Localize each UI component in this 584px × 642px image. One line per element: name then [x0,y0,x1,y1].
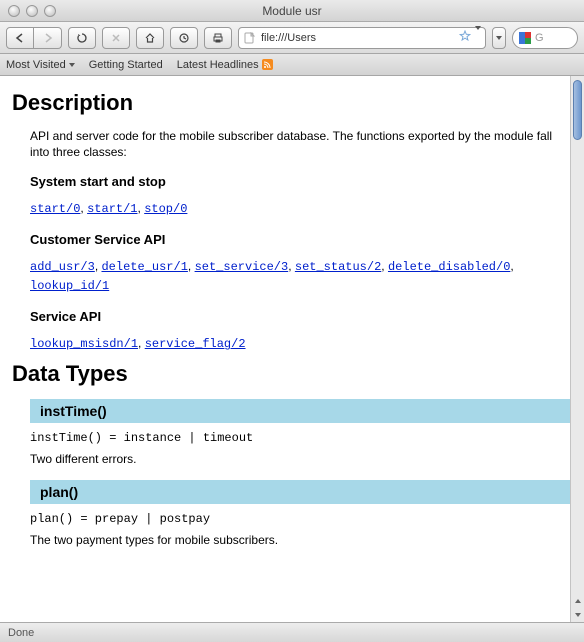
url-extra-button[interactable] [492,27,506,49]
forward-button[interactable] [34,27,62,49]
bookmarks-most-visited[interactable]: Most Visited [6,59,75,71]
link-fn[interactable]: start/1 [87,202,137,216]
type-description: The two payment types for mobile subscri… [30,532,570,548]
scrollbar-thumb[interactable] [573,80,582,140]
bookmark-star-icon[interactable] [459,30,471,45]
bookmarks-label: Most Visited [6,59,66,71]
subheading-service: Service API [30,309,570,324]
type-heading: plan() [30,480,570,504]
scroll-up-button[interactable] [571,594,584,608]
dropdown-icon[interactable] [475,30,481,45]
subheading-customer: Customer Service API [30,232,570,247]
search-box[interactable]: G [512,27,578,49]
url-bar[interactable]: file:///Users [238,27,486,49]
link-fn[interactable]: set_status/2 [295,260,381,274]
subheading-system: System start and stop [30,174,570,189]
bookmarks-label: Latest Headlines [177,59,259,71]
page-icon [243,31,257,45]
link-fn[interactable]: stop/0 [144,202,187,216]
print-button[interactable] [204,27,232,49]
link-fn[interactable]: delete_usr/1 [101,260,187,274]
minimize-window-button[interactable] [26,5,38,17]
stop-button[interactable] [102,27,130,49]
heading-description: Description [12,90,572,116]
links-service: lookup_msisdn/1, service_flag/2 [30,334,570,353]
page-content: Description API and server code for the … [0,76,584,572]
url-text: file:///Users [261,32,455,44]
reload-button[interactable] [68,27,96,49]
links-system: start/0, start/1, stop/0 [30,199,570,218]
bookmarks-getting-started[interactable]: Getting Started [89,59,163,71]
link-fn[interactable]: set_service/3 [195,260,289,274]
heading-datatypes: Data Types [12,361,572,387]
link-fn[interactable]: start/0 [30,202,80,216]
close-window-button[interactable] [8,5,20,17]
link-fn[interactable]: service_flag/2 [145,337,246,351]
window-title: Module usr [0,4,584,18]
rss-icon [262,59,273,70]
scroll-down-button[interactable] [571,608,584,622]
page-viewport: Description API and server code for the … [0,76,584,622]
status-bar: Done [0,622,584,642]
type-definition: instTime() = instance | timeout [30,431,570,445]
link-fn[interactable]: delete_disabled/0 [388,260,510,274]
zoom-window-button[interactable] [44,5,56,17]
search-placeholder: G [535,32,544,44]
description-text: API and server code for the mobile subsc… [30,128,570,160]
type-description: Two different errors. [30,451,570,467]
link-fn[interactable]: add_usr/3 [30,260,95,274]
bookmarks-bar: Most Visited Getting Started Latest Head… [0,54,584,76]
links-customer: add_usr/3, delete_usr/1, set_service/3, … [30,257,570,295]
window-titlebar: Module usr [0,0,584,22]
chevron-down-icon [69,63,75,67]
link-fn[interactable]: lookup_id/1 [30,279,109,293]
back-button[interactable] [6,27,34,49]
window-controls [8,5,56,17]
home-button[interactable] [136,27,164,49]
google-icon [519,32,531,44]
bookmarks-label: Getting Started [89,59,163,71]
bookmarks-latest-headlines[interactable]: Latest Headlines [177,59,273,71]
nav-group [6,27,62,49]
type-definition: plan() = prepay | postpay [30,512,570,526]
vertical-scrollbar[interactable] [570,76,584,622]
type-heading: instTime() [30,399,570,423]
history-button[interactable] [170,27,198,49]
browser-toolbar: file:///Users G [0,22,584,54]
link-fn[interactable]: lookup_msisdn/1 [30,337,138,351]
status-text: Done [8,627,34,639]
